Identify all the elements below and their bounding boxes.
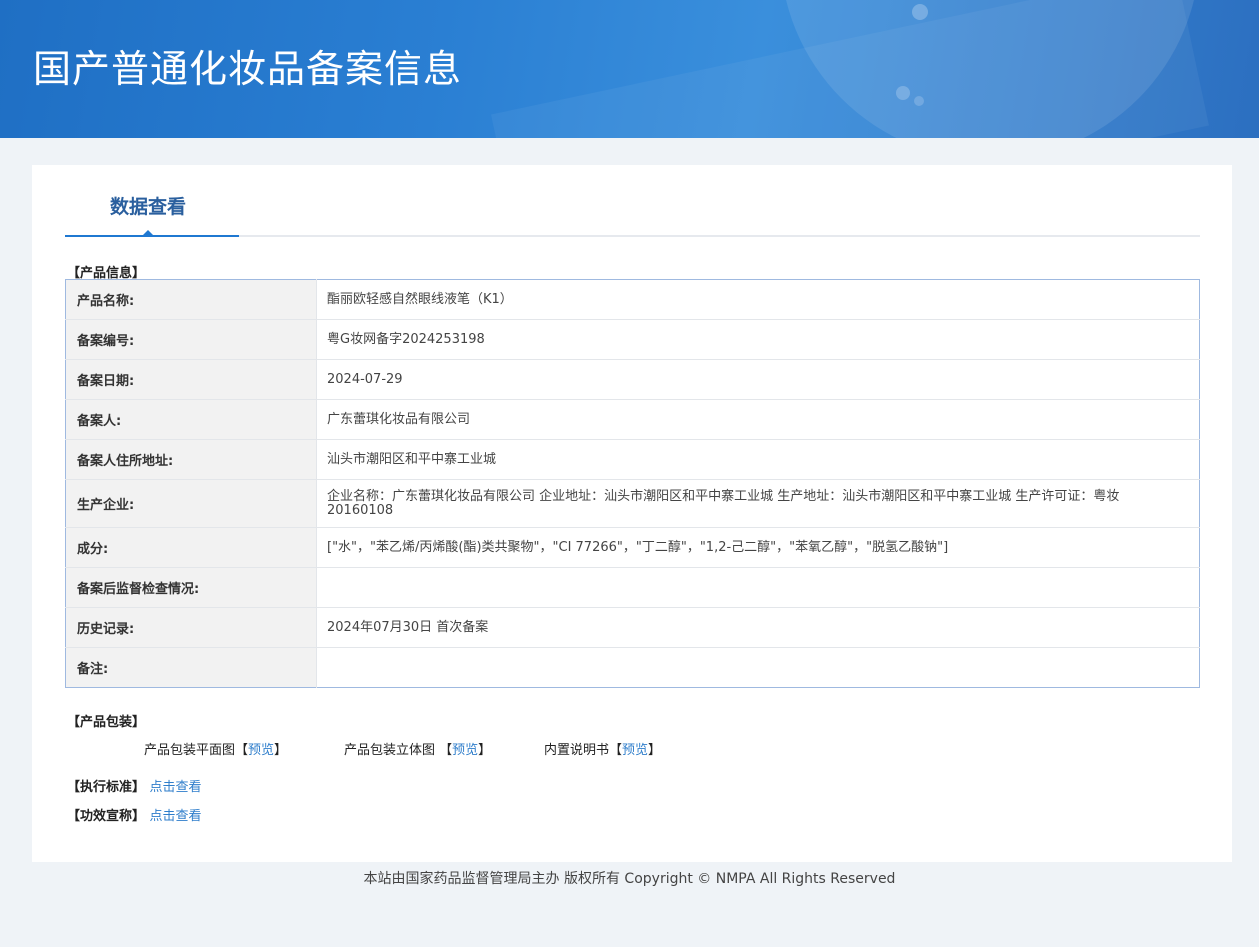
row-value: 企业名称：广东蕾琪化妆品有限公司 企业地址：汕头市潮阳区和平中寨工业城 生产地址… (316, 479, 1200, 528)
table-row: 成分: ["水"，"苯乙烯/丙烯酸(酯)类共聚物"，"CI 77266"，"丁二… (65, 527, 1200, 568)
row-value: 2024年07月30日 首次备案 (316, 607, 1200, 648)
preview-link-flat[interactable]: 预览 (248, 743, 274, 758)
row-key: 生产企业: (65, 479, 317, 528)
row-key: 备案后监督检查情况: (65, 567, 317, 608)
packaging-item-label: 产品包装立体图 (344, 743, 440, 758)
row-key: 备案编号: (65, 319, 317, 360)
row-value: 汕头市潮阳区和平中寨工业城 (316, 439, 1200, 480)
header-banner: 国产普通化妆品备案信息 (0, 0, 1259, 138)
page-title: 国产普通化妆品备案信息 (33, 47, 463, 91)
row-value (316, 567, 1200, 608)
content-card: 数据查看 【产品信息】 产品名称: 酯丽欧轻感自然眼线液笔（K1） 备案编号: … (32, 165, 1232, 862)
packaging-item: 产品包装立体图 【预览】 (344, 739, 491, 758)
tab-caret-icon (141, 230, 155, 237)
row-key: 备案人住所地址: (65, 439, 317, 480)
bracket: 【 (439, 743, 453, 758)
tab-label: 数据查看 (110, 196, 187, 218)
packaging-item-label: 内置说明书 (544, 743, 610, 758)
tab-data-view[interactable]: 数据查看 (65, 165, 239, 237)
bracket: 】 (478, 743, 492, 758)
row-value: 2024-07-29 (316, 359, 1200, 400)
standard-view-link[interactable]: 点击查看 (150, 780, 202, 795)
table-row: 备案编号: 粤G妆网备字2024253198 (65, 319, 1200, 360)
bracket: 】 (648, 743, 662, 758)
row-key: 备案日期: (65, 359, 317, 400)
table-row: 产品名称: 酯丽欧轻感自然眼线液笔（K1） (65, 279, 1200, 320)
table-row: 生产企业: 企业名称：广东蕾琪化妆品有限公司 企业地址：汕头市潮阳区和平中寨工业… (65, 479, 1200, 528)
banner-dot (912, 4, 928, 20)
row-value: 酯丽欧轻感自然眼线液笔（K1） (316, 279, 1200, 320)
row-key: 备注: (65, 647, 317, 688)
table-row: 备案日期: 2024-07-29 (65, 359, 1200, 400)
product-info-table: 产品名称: 酯丽欧轻感自然眼线液笔（K1） 备案编号: 粤G妆网备字202425… (65, 279, 1200, 688)
efficacy-view-link[interactable]: 点击查看 (150, 809, 202, 824)
row-value: 粤G妆网备字2024253198 (316, 319, 1200, 360)
packaging-heading: 【产品包装】 (67, 715, 146, 730)
row-key: 产品名称: (65, 279, 317, 320)
bracket: 】 (274, 743, 288, 758)
preview-link-manual[interactable]: 预览 (622, 743, 648, 758)
packaging-item: 产品包装平面图【预览】 (144, 739, 287, 758)
table-row: 备案人: 广东蕾琪化妆品有限公司 (65, 399, 1200, 440)
bracket: 【 (609, 743, 623, 758)
table-row: 历史记录: 2024年07月30日 首次备案 (65, 607, 1200, 648)
efficacy-heading: 【功效宣称】 (67, 809, 146, 824)
row-key: 成分: (65, 527, 317, 568)
bracket: 【 (235, 743, 249, 758)
row-key: 历史记录: (65, 607, 317, 648)
efficacy-row: 【功效宣称】 点击查看 (67, 805, 202, 824)
packaging-item: 内置说明书【预览】 (544, 739, 661, 758)
row-value: 广东蕾琪化妆品有限公司 (316, 399, 1200, 440)
banner-dot (896, 86, 910, 100)
table-row: 备注: (65, 647, 1200, 688)
row-value: ["水"，"苯乙烯/丙烯酸(酯)类共聚物"，"CI 77266"，"丁二醇"，"… (316, 527, 1200, 568)
footer-copyright: 本站由国家药品监督管理局主办 版权所有 Copyright © NMPA All… (363, 871, 896, 887)
standard-row: 【执行标准】 点击查看 (67, 776, 202, 795)
row-key: 备案人: (65, 399, 317, 440)
table-row: 备案人住所地址: 汕头市潮阳区和平中寨工业城 (65, 439, 1200, 480)
table-row: 备案后监督检查情况: (65, 567, 1200, 608)
preview-link-3d[interactable]: 预览 (452, 743, 478, 758)
tab-bar: 数据查看 (65, 165, 1200, 237)
row-value (317, 648, 1200, 688)
standard-heading: 【执行标准】 (67, 780, 146, 795)
banner-dot (914, 96, 924, 106)
packaging-item-label: 产品包装平面图 (144, 743, 236, 758)
